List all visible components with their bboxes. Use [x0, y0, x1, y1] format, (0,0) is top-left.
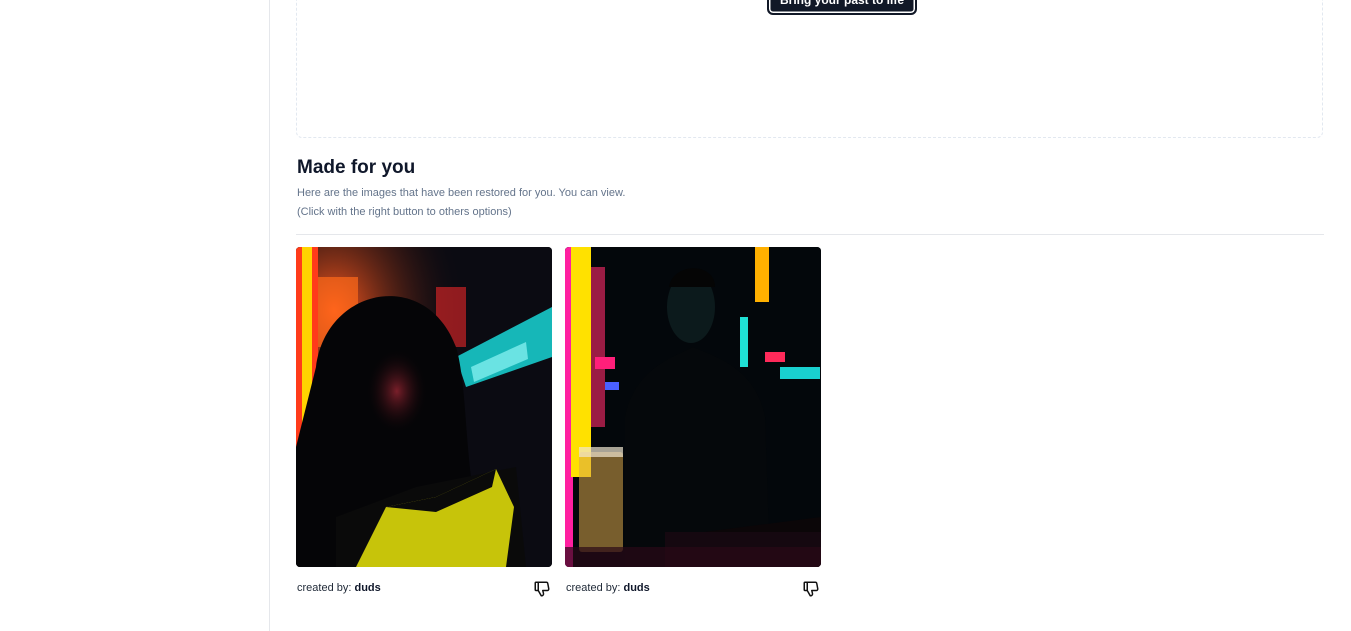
restored-photo[interactable]	[565, 247, 821, 567]
bring-past-to-life-button[interactable]: Bring your past to life	[767, 0, 918, 15]
card-meta: created by: duds	[296, 578, 552, 602]
thumbs-down-icon[interactable]	[532, 579, 552, 599]
sidebar	[0, 0, 270, 631]
divider	[296, 234, 1324, 235]
thumbs-down-icon[interactable]	[801, 579, 821, 599]
credit: created by: duds	[297, 582, 381, 594]
main-content: Bring your past to life Made for you Her…	[271, 0, 1351, 631]
author-name: duds	[623, 582, 650, 594]
author-name: duds	[354, 582, 381, 594]
restored-photo[interactable]	[296, 247, 552, 567]
credit-label: created by:	[297, 582, 352, 594]
credit-label: created by:	[566, 582, 621, 594]
credit: created by: duds	[566, 582, 650, 594]
section-title: Made for you	[297, 157, 416, 178]
card-meta: created by: duds	[565, 578, 821, 602]
upload-dropzone[interactable]: Bring your past to life	[296, 0, 1323, 138]
section-hint: (Click with the right button to others o…	[297, 206, 512, 218]
section-description: Here are the images that have been resto…	[297, 187, 626, 199]
gallery-card[interactable]: created by: duds	[565, 247, 821, 602]
gallery-card[interactable]: created by: duds	[296, 247, 552, 602]
